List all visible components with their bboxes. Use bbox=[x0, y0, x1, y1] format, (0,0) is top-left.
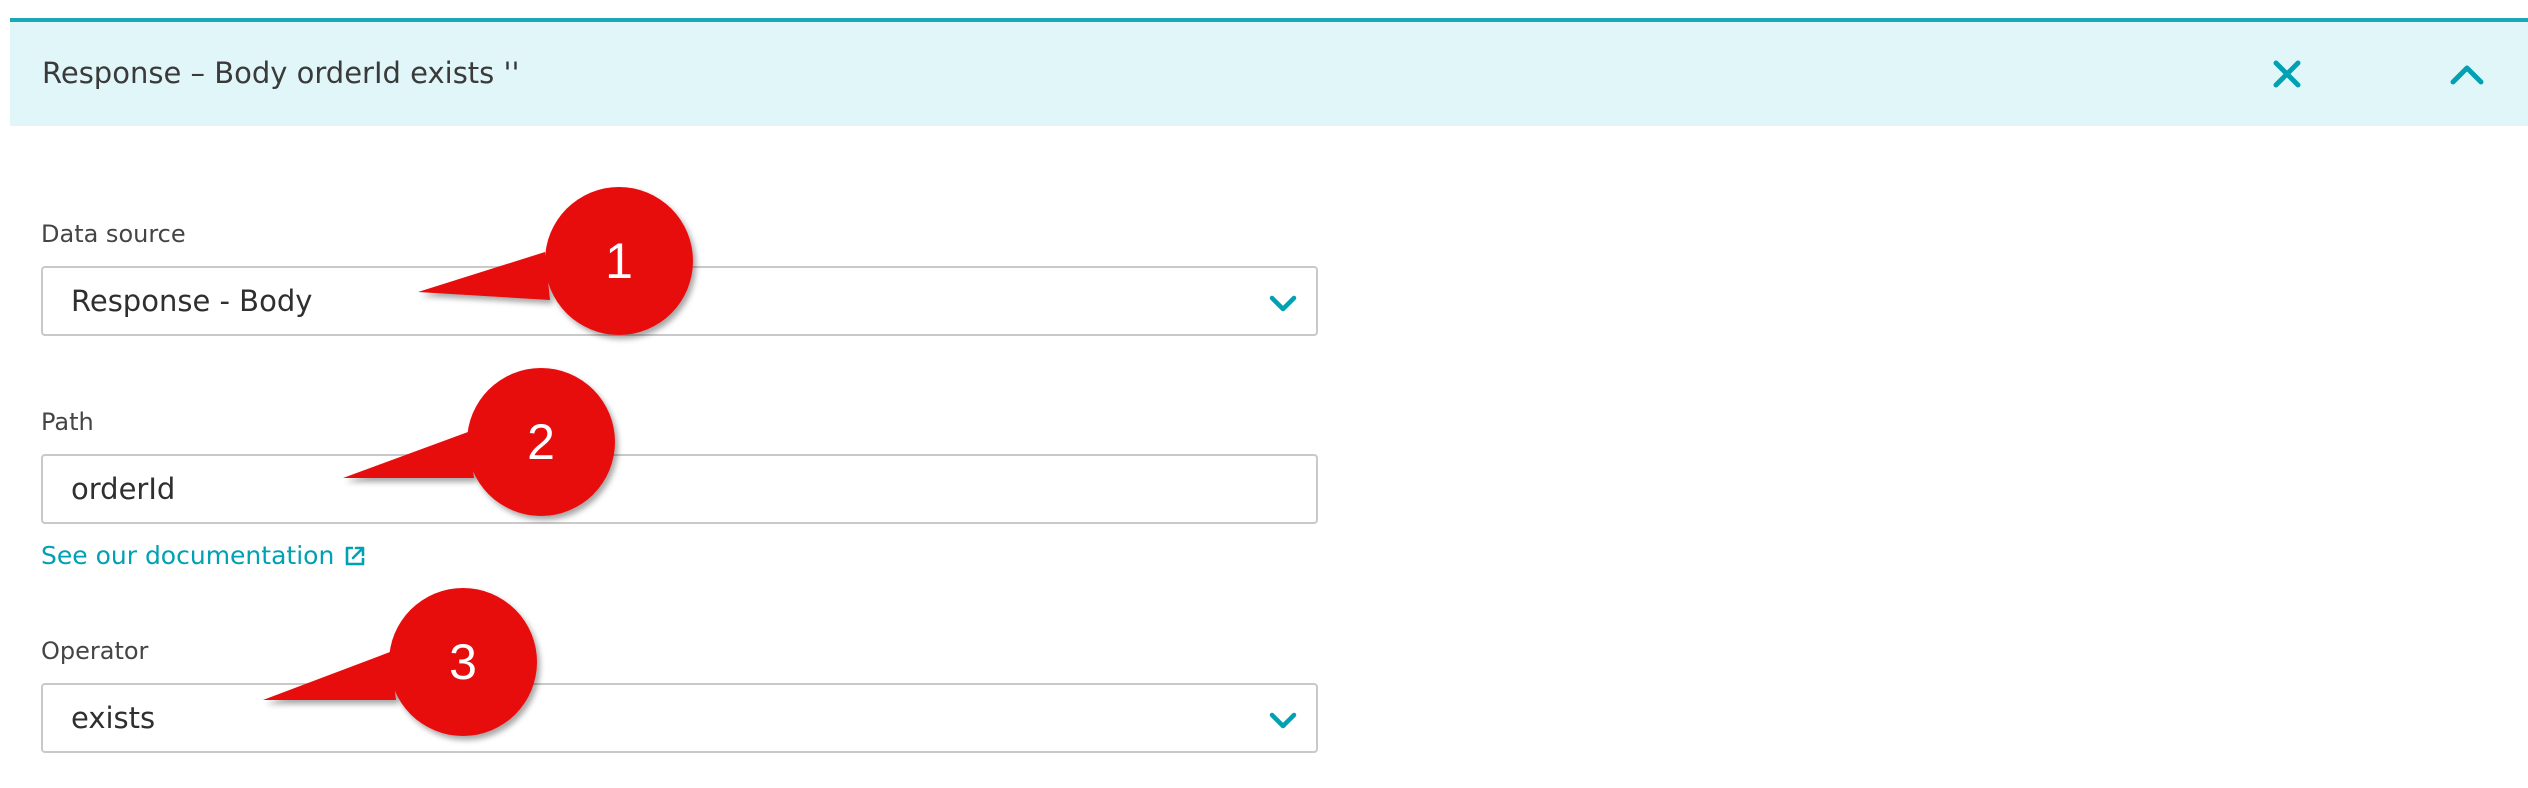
section-header[interactable]: Response – Body orderId exists '' bbox=[10, 18, 2528, 126]
collapse-button[interactable] bbox=[2443, 50, 2491, 98]
data-source-label: Data source bbox=[41, 220, 186, 248]
path-input[interactable]: orderId bbox=[41, 454, 1318, 524]
callout-3-number: 3 bbox=[449, 634, 477, 690]
operator-label: Operator bbox=[41, 637, 149, 665]
chevron-down-icon bbox=[1269, 295, 1297, 312]
close-button[interactable] bbox=[2263, 50, 2311, 98]
path-value: orderId bbox=[71, 472, 176, 506]
chevron-down-icon bbox=[1269, 712, 1297, 729]
data-source-value: Response - Body bbox=[71, 284, 313, 318]
documentation-link[interactable]: See our documentation bbox=[41, 541, 366, 570]
close-icon bbox=[2273, 60, 2301, 88]
documentation-link-text: See our documentation bbox=[41, 541, 335, 570]
section-title: Response – Body orderId exists '' bbox=[42, 56, 520, 90]
operator-select[interactable]: exists bbox=[41, 683, 1318, 753]
data-source-select[interactable]: Response - Body bbox=[41, 266, 1318, 336]
external-link-icon bbox=[345, 546, 365, 565]
operator-value: exists bbox=[71, 701, 156, 735]
path-label: Path bbox=[41, 408, 94, 436]
chevron-up-icon bbox=[2450, 65, 2484, 85]
page: Response – Body orderId exists '' Data s… bbox=[0, 0, 2528, 788]
